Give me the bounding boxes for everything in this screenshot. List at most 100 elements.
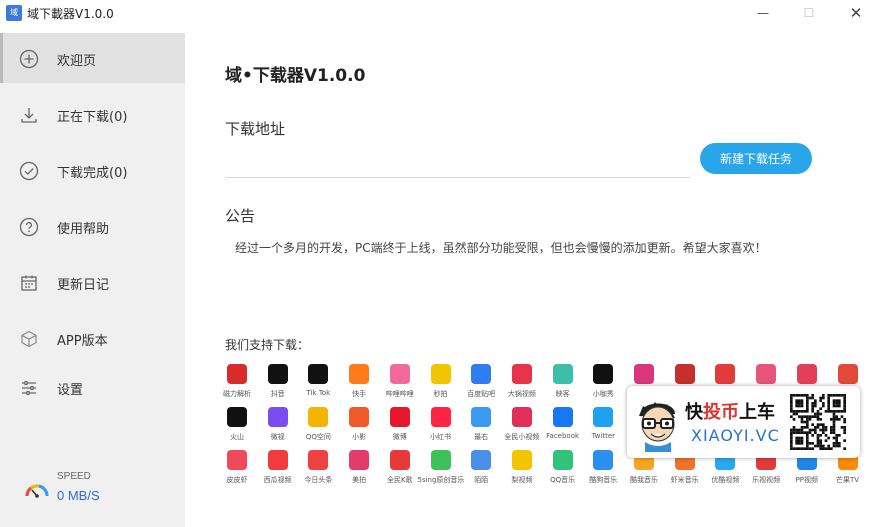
check-circle-icon [19,161,39,181]
platform-name: 微博 [392,433,407,441]
platform-name: 微视 [270,433,285,441]
question-circle-icon [19,217,39,237]
platform-name: 磁力解析 [223,390,251,398]
sidebar-item-welcome[interactable]: 欢迎页 [0,33,185,83]
minimize-button[interactable]: — [740,0,786,26]
platform-logo-icon [471,407,492,427]
new-download-task-button[interactable]: 新建下载任务 [700,143,812,174]
sidebar-item-downloading[interactable]: 正在下载(0) [0,89,185,139]
sidebar-item-label: 欢迎页 [57,54,97,69]
platform-item: 全民小视频 [499,407,545,447]
platform-item: 皮皮虾 [214,450,260,490]
platform-item: 最右 [458,407,504,447]
platform-item: 小咖秀 [580,364,626,404]
download-icon [21,108,37,123]
notice-title: 公告 [225,207,256,225]
sidebar-item-completed[interactable]: 下载完成(0) [0,145,185,195]
platform-logo-icon [267,450,288,470]
platform-name: 梨视频 [511,476,533,484]
platform-name: 美拍 [352,476,367,484]
platform-name: 映客 [555,390,570,398]
platform-item: 西瓜视频 [255,450,301,490]
platform-logo-icon [308,450,329,470]
platform-item: QQ空间 [295,407,341,447]
platform-name: 百度贴吧 [467,390,496,398]
platform-item: Tik Tok [295,364,341,404]
download-url-input[interactable] [225,148,690,178]
platform-logo-icon [430,407,451,427]
platform-name: 小影 [352,433,367,441]
platform-item: 映客 [540,364,586,404]
platform-item: 哔哩哔哩 [377,364,423,404]
cube-icon [21,330,37,348]
platform-item: 小红书 [418,407,464,447]
platform-logo-icon [267,407,288,427]
title-bar: 域 域下載器V1.0.0 — ☐ ✕ [0,0,879,26]
platform-item: 百度贴吧 [458,364,504,404]
platform-logo-icon [593,407,614,427]
sidebar-item-app-version[interactable]: APP版本 [0,313,185,363]
sidebar-item-label: 更新日记 [57,278,110,293]
platform-name: 秒拍 [433,390,448,398]
platform-logo-icon [552,407,573,427]
platform-name: 抖音 [270,390,285,398]
maximize-button[interactable]: ☐ [786,0,832,26]
platform-item: 微视 [255,407,301,447]
platform-logo-icon [511,450,532,470]
watermark-site: XIAOYI.VC [691,426,780,445]
calendar-icon [21,275,37,291]
platform-logo-icon [511,364,532,384]
platform-item: 火山 [214,407,260,447]
speed-label: SPEED [57,471,91,482]
window-title: 域下載器V1.0.0 [27,7,114,21]
platform-name: 小红书 [430,433,451,441]
download-address-label: 下载地址 [225,120,286,138]
platform-name: 虾米音乐 [670,476,699,484]
sidebar-item-label: APP版本 [57,334,108,349]
platform-item: 小影 [336,407,382,447]
platform-logo-icon [796,364,817,384]
platform-name: 小咖秀 [592,390,614,398]
platform-logo-icon [308,364,329,384]
platform-logo-icon [389,450,410,470]
platform-item: 美拍 [336,450,382,490]
sidebar-item-changelog[interactable]: 更新日记 [0,257,185,307]
sidebar-item-help[interactable]: 使用帮助 [0,201,185,251]
platform-name: 皮皮虾 [226,476,248,484]
qr-code-icon [790,394,846,450]
sidebar-item-label: 正在下载(0) [57,110,128,125]
platform-name: 快手 [352,390,367,398]
platform-logo-icon [471,450,492,470]
platform-name: Tik Tok [306,389,331,397]
platform-name: QQ音乐 [550,476,576,484]
platform-name: 全民K歌 [387,476,413,484]
sliders-icon [22,380,36,396]
platform-logo-icon [349,364,370,384]
platform-name: Facebook [546,432,580,440]
platform-name: 哔哩哔哩 [385,390,414,398]
platform-item: QQ音乐 [540,450,586,490]
platform-logo-icon [471,364,492,384]
platform-logo-icon [511,407,532,427]
close-button[interactable]: ✕ [833,0,879,26]
platform-name: 大锅视频 [507,390,536,398]
platform-item: 抖音 [255,364,301,404]
platform-logo-icon [227,450,247,470]
plus-circle-icon [19,49,39,69]
platform-item: 微博 [377,407,423,447]
platform-logo-icon [674,364,695,384]
platform-name: 最右 [474,433,489,441]
platform-logo-icon [227,407,247,427]
sidebar-item-settings[interactable]: 设置 [0,362,185,412]
sidebar-item-label: 设置 [57,383,84,398]
platform-logo-icon [552,450,573,470]
platform-logo-icon [634,364,654,384]
platform-logo-icon [227,364,247,384]
speedometer-icon [25,484,49,498]
sidebar-item-label: 下载完成(0) [57,166,128,181]
platform-name: 全民小视频 [504,433,540,441]
platform-item: Twitter [580,407,626,447]
platform-logo-icon [349,450,370,470]
watermark-banner: 快投币上车 XIAOYI.VC [627,386,860,458]
platform-name: 酷狗音乐 [589,476,618,484]
